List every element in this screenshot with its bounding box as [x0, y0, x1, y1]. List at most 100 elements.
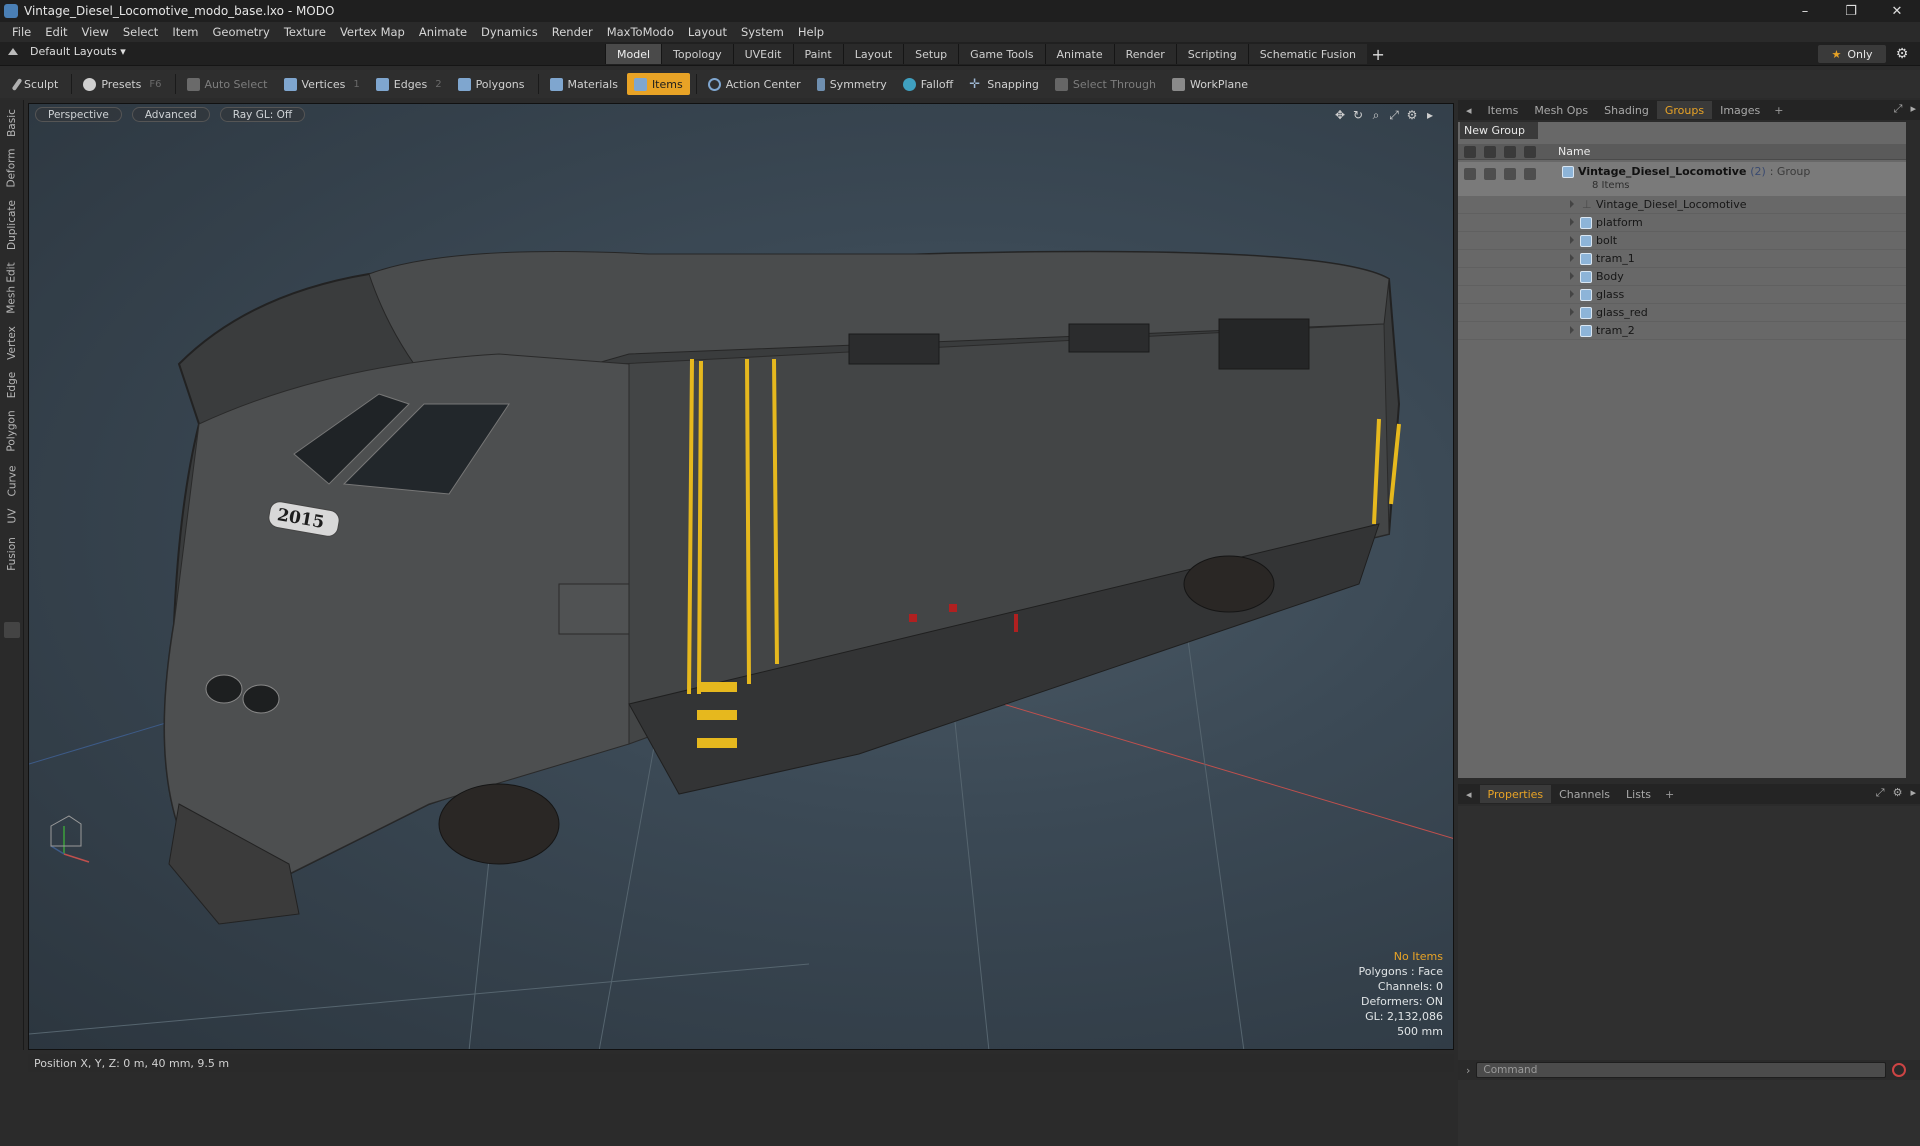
tab-setup[interactable]: Setup — [903, 44, 959, 64]
groups-scrollbar[interactable] — [1908, 122, 1918, 778]
items-button[interactable]: Items — [626, 73, 690, 95]
menu-maxtomodo[interactable]: MaxToModo — [603, 25, 684, 39]
group-row[interactable]: Vintage_Diesel_Locomotive (2) : Group 8 … — [1458, 162, 1906, 196]
viewport-gear-icon[interactable]: ⚙ — [1403, 107, 1421, 123]
viewport-expand-icon[interactable]: ▸ — [1421, 107, 1439, 123]
panel-menu-icon[interactable]: ◂ — [1458, 101, 1480, 119]
tab-model[interactable]: Model — [605, 44, 662, 64]
menu-file[interactable]: File — [8, 25, 41, 39]
menu-texture[interactable]: Texture — [280, 25, 336, 39]
vtab-deform[interactable]: Deform — [2, 146, 22, 190]
group-render-icon[interactable] — [1484, 168, 1496, 180]
expand-icon[interactable] — [1570, 200, 1574, 208]
name-column-header[interactable]: Name — [1558, 145, 1590, 158]
tab-scripting[interactable]: Scripting — [1175, 44, 1248, 64]
vtab-fusion[interactable]: Fusion — [2, 534, 22, 574]
auto-select-button[interactable]: Auto Select — [180, 73, 275, 95]
raygl-button[interactable]: Ray GL: Off — [219, 107, 306, 122]
add-tab-plus-icon[interactable]: + — [1367, 44, 1389, 64]
expand-icon[interactable] — [1570, 290, 1574, 298]
tab-layout[interactable]: Layout — [842, 44, 904, 64]
bottom-more-icon[interactable]: ▸ — [1910, 786, 1916, 800]
menu-render[interactable]: Render — [548, 25, 603, 39]
menu-dynamics[interactable]: Dynamics — [477, 25, 548, 39]
minimize-button[interactable]: – — [1782, 0, 1828, 22]
expand-icon[interactable] — [1570, 308, 1574, 316]
tab-game-tools[interactable]: Game Tools — [958, 44, 1045, 64]
advanced-button[interactable]: Advanced — [131, 107, 210, 122]
vtab-duplicate[interactable]: Duplicate — [2, 196, 22, 254]
new-group-button[interactable]: New Group — [1460, 122, 1538, 139]
workplane-button[interactable]: WorkPlane — [1165, 73, 1255, 95]
tab-mesh-ops[interactable]: Mesh Ops — [1526, 101, 1596, 119]
tab-groups[interactable]: Groups — [1656, 101, 1713, 119]
menu-system[interactable]: System — [737, 25, 794, 39]
edges-button[interactable]: Edges 2 — [369, 73, 449, 95]
menu-select[interactable]: Select — [119, 25, 168, 39]
tab-channels[interactable]: Channels — [1551, 785, 1618, 803]
fit-icon[interactable]: ⤢ — [1385, 107, 1403, 123]
action-center-button[interactable]: Action Center — [701, 73, 808, 95]
vtab-polygon[interactable]: Polygon — [2, 406, 22, 456]
vtab-basic[interactable]: Basic — [2, 106, 22, 140]
menu-view[interactable]: View — [78, 25, 119, 39]
expand-icon[interactable] — [1570, 272, 1574, 280]
list-item[interactable]: ⊥ Vintage_Diesel_Locomotive — [1458, 196, 1906, 214]
panel-expand-icon[interactable]: ⤢ — [1894, 102, 1903, 116]
gear-icon[interactable]: ⚙ — [1893, 45, 1911, 63]
expand-icon[interactable] — [1570, 218, 1574, 226]
tab-shading[interactable]: Shading — [1596, 101, 1657, 119]
tab-paint[interactable]: Paint — [792, 44, 843, 64]
vtab-vertex[interactable]: Vertex — [2, 322, 22, 364]
menu-edit[interactable]: Edit — [41, 25, 77, 39]
tab-images[interactable]: Images — [1712, 101, 1768, 119]
perspective-button[interactable]: Perspective — [35, 107, 122, 122]
lock-column-icon[interactable] — [1504, 146, 1516, 158]
menu-vertex-map[interactable]: Vertex Map — [336, 25, 415, 39]
record-macro-icon[interactable] — [1892, 1063, 1907, 1077]
list-item[interactable]: bolt — [1458, 232, 1906, 250]
vtab-curve[interactable]: Curve — [2, 462, 22, 500]
falloff-button[interactable]: Falloff — [896, 73, 960, 95]
vertices-button[interactable]: Vertices 1 — [277, 73, 367, 95]
pan-icon[interactable]: ✥ — [1331, 107, 1349, 123]
sculpt-button[interactable]: Sculpt — [8, 73, 65, 95]
group-select-icon[interactable] — [1524, 168, 1536, 180]
presets-button[interactable]: Presets F6 — [76, 73, 168, 95]
menu-help[interactable]: Help — [794, 25, 834, 39]
panel-more-icon[interactable]: ▸ — [1910, 102, 1916, 116]
menu-layout[interactable]: Layout — [684, 25, 737, 39]
bottom-gear-icon[interactable]: ⚙ — [1893, 786, 1903, 800]
collapse-up-icon[interactable] — [8, 48, 18, 55]
expand-icon[interactable] — [1570, 236, 1574, 244]
expand-icon[interactable] — [1570, 254, 1574, 262]
tab-topology[interactable]: Topology — [661, 44, 733, 64]
layouts-dropdown[interactable]: Default Layouts ▾ — [8, 45, 126, 58]
command-input[interactable]: Command — [1476, 1062, 1887, 1078]
zoom-icon[interactable]: ⌕ — [1367, 107, 1385, 123]
symmetry-button[interactable]: Symmetry — [810, 73, 894, 95]
tab-schematic-fusion[interactable]: Schematic Fusion — [1247, 44, 1368, 64]
expand-icon[interactable] — [1570, 326, 1574, 334]
list-item[interactable]: Body — [1458, 268, 1906, 286]
3d-viewport[interactable]: 2015 Perspective Advanced Ray GL: Off ✥ … — [28, 103, 1454, 1050]
bottom-panel-menu-icon[interactable]: ◂ — [1458, 785, 1480, 803]
vtab-mesh-edit[interactable]: Mesh Edit — [2, 260, 22, 316]
rotate-icon[interactable]: ↻ — [1349, 107, 1367, 123]
list-item[interactable]: tram_1 — [1458, 250, 1906, 268]
list-item[interactable]: glass — [1458, 286, 1906, 304]
command-history-icon[interactable]: › — [1466, 1064, 1470, 1077]
only-toggle[interactable]: ★ Only — [1818, 45, 1886, 63]
list-item[interactable]: glass_red — [1458, 304, 1906, 322]
vtab-uv[interactable]: UV — [2, 504, 22, 528]
group-visibility-icon[interactable] — [1464, 168, 1476, 180]
tab-render[interactable]: Render — [1113, 44, 1176, 64]
menu-geometry[interactable]: Geometry — [209, 25, 280, 39]
polygons-button[interactable]: Polygons — [451, 73, 532, 95]
eye-column-icon[interactable] — [1464, 146, 1476, 158]
render-column-icon[interactable] — [1484, 146, 1496, 158]
toolbox-toggle-button[interactable] — [4, 622, 20, 638]
restore-button[interactable]: ❐ — [1828, 0, 1874, 22]
tab-items[interactable]: Items — [1480, 101, 1527, 119]
group-lock-icon[interactable] — [1504, 168, 1516, 180]
